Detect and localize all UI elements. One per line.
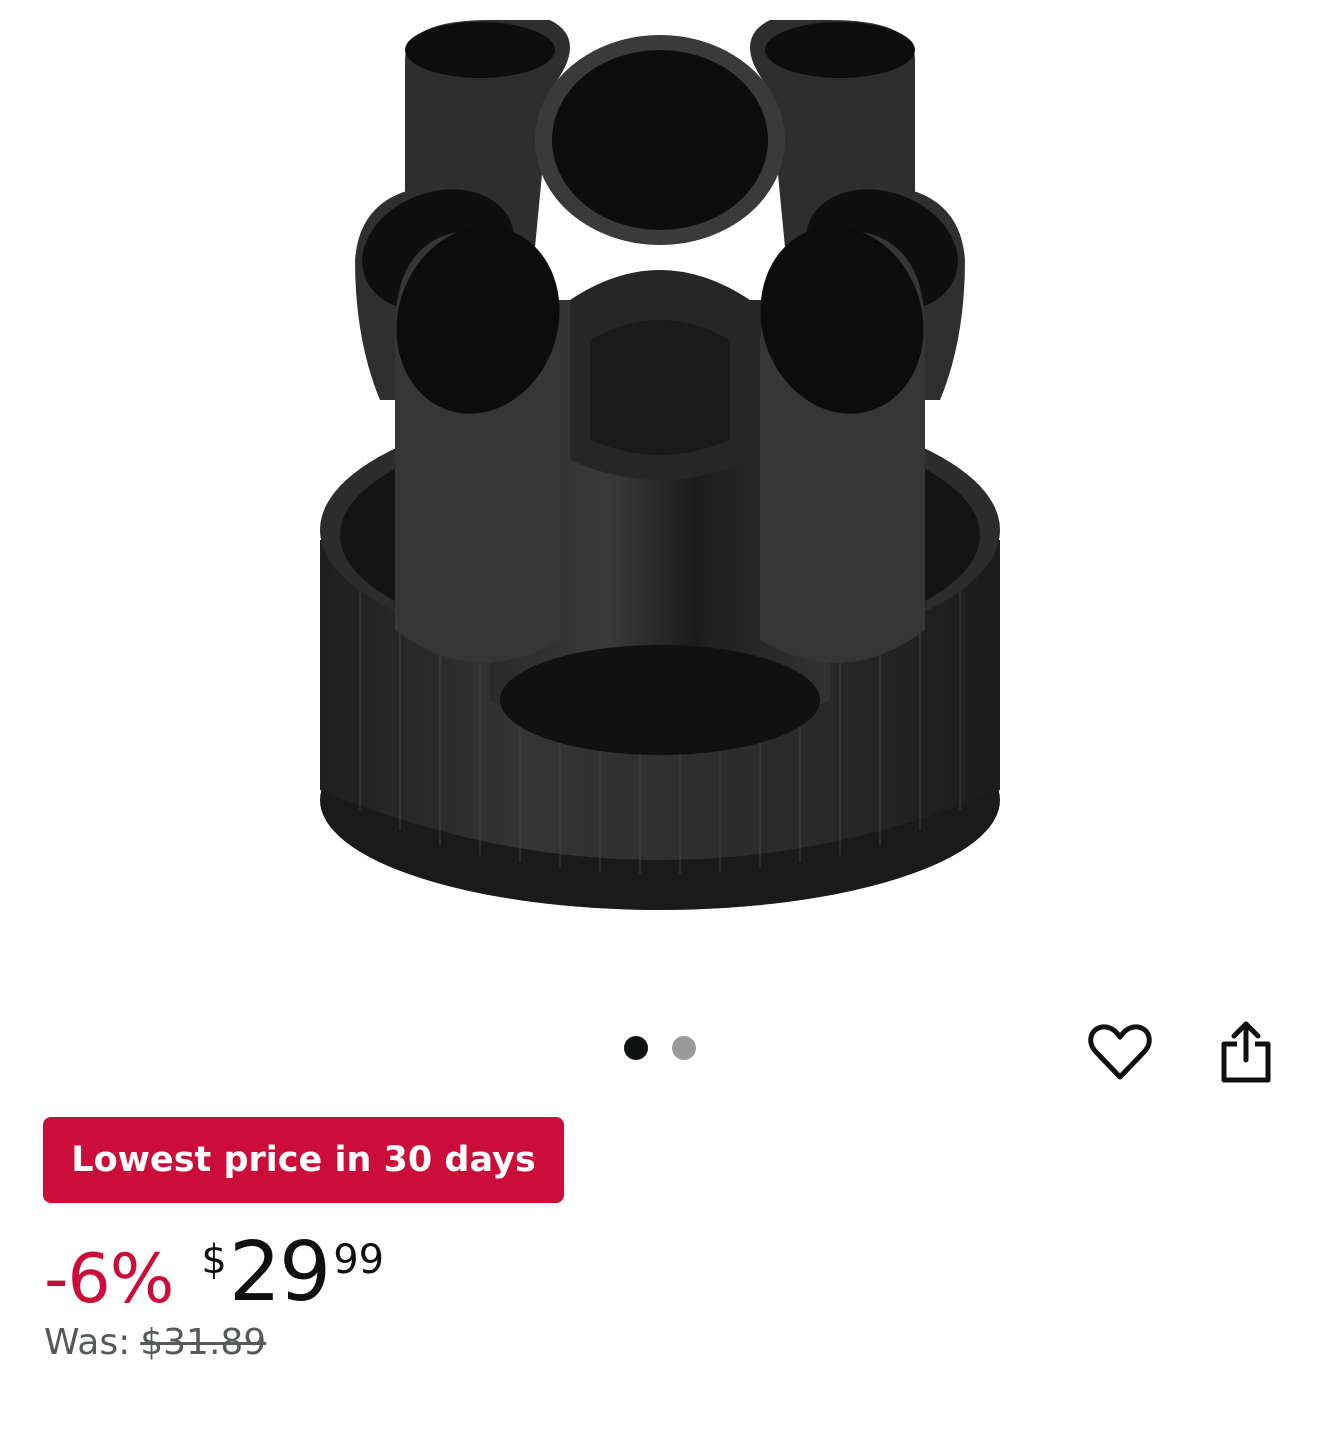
share-button[interactable]: [1208, 1014, 1284, 1090]
carousel-dot-2[interactable]: [672, 1036, 696, 1060]
share-upload-icon: [1221, 1021, 1271, 1083]
was-price-label: Was:: [44, 1322, 131, 1363]
price-whole: 29: [228, 1225, 331, 1320]
was-price: Was: $31.89: [44, 1322, 266, 1363]
carousel-dot-1[interactable]: [624, 1036, 648, 1060]
add-to-wishlist-button[interactable]: [1082, 1014, 1158, 1090]
price-fraction: 99: [333, 1237, 385, 1283]
price-currency-symbol: $: [201, 1237, 227, 1283]
price-block: -6% $ 29 99: [44, 1226, 384, 1326]
discount-percentage: -6%: [44, 1240, 174, 1319]
heart-outline-icon: [1088, 1024, 1152, 1080]
desk-organizer-illustration: [320, 20, 1000, 910]
deal-badge: Lowest price in 30 days: [43, 1117, 564, 1203]
was-price-value: $31.89: [140, 1322, 267, 1363]
image-carousel-dots: [624, 1036, 696, 1060]
deal-badge-label: Lowest price in 30 days: [71, 1140, 536, 1180]
product-image[interactable]: [300, 0, 1020, 930]
